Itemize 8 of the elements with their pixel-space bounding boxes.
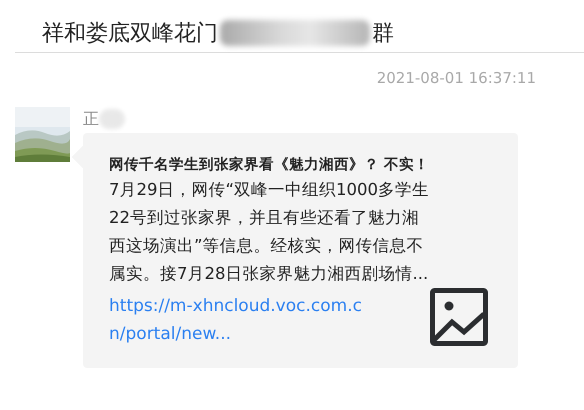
- timestamp: 2021-08-01 16:37:11: [376, 68, 537, 87]
- window-title: 群: [372, 20, 394, 48]
- sender-name: 正: [83, 108, 99, 130]
- card-link[interactable]: https://m-xhncloud.voc.com.cn/portal/new...: [109, 292, 371, 348]
- window-title: 祥和娄底双峰花门: [42, 20, 218, 48]
- image-icon: [430, 288, 488, 346]
- card-title: 网传千名学生到张家界看《魅力湘西》？ 不实！: [109, 155, 430, 174]
- card-summary: 7月29日，网传“双峰一中组织1000多学生22号到过张家界，并且有些还看了魅力湘西这场演出”等信息。经核实，网传信息不属实。接7月28日张家界魅力湘西剧场情...: [109, 179, 430, 285]
